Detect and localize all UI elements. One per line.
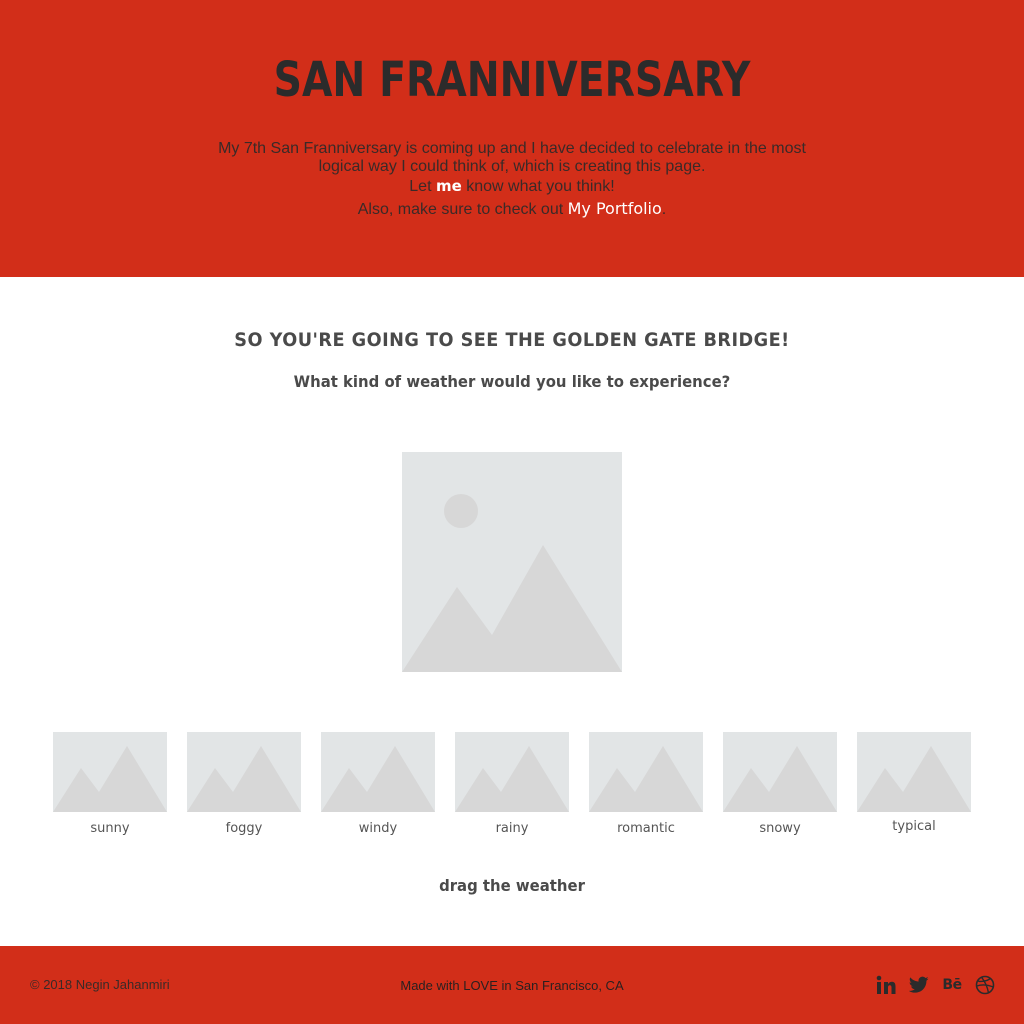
weather-option-typical[interactable]: typical — [857, 732, 971, 834]
dribbble-icon[interactable] — [974, 974, 996, 996]
weather-thumbnail — [53, 732, 167, 812]
weather-option-rainy[interactable]: rainy — [455, 732, 569, 836]
weather-drop-zone-image[interactable] — [402, 452, 622, 672]
twitter-icon[interactable] — [908, 974, 930, 996]
weather-thumbnail — [857, 732, 971, 812]
made-with-text: Made with LOVE in San Francisco, CA — [400, 978, 624, 993]
weather-option-snowy[interactable]: snowy — [723, 732, 837, 836]
drag-hint: drag the weather — [439, 876, 585, 895]
image-placeholder-icon — [455, 732, 569, 812]
portfolio-prefix: Also, make sure to check out — [357, 201, 568, 218]
contact-suffix: know what you think! — [461, 178, 615, 195]
behance-icon-text: Bē — [942, 977, 962, 993]
weather-thumbnail — [187, 732, 301, 812]
weather-option-label: rainy — [495, 821, 529, 836]
section-subheading: What kind of weather would you like to e… — [293, 372, 731, 391]
behance-icon[interactable]: Bē — [941, 974, 963, 996]
weather-option-label: snowy — [759, 821, 801, 836]
weather-options: sunny foggy windy rainy romantic snowy typical — [0, 732, 1024, 842]
image-placeholder-icon — [402, 452, 622, 672]
contact-line: Let me know what you think! — [0, 177, 1024, 196]
page-title: SAN FRANNIVERSARY — [273, 52, 751, 108]
weather-thumbnail — [321, 732, 435, 812]
hero-header: SAN FRANNIVERSARY My 7th San Franniversa… — [0, 0, 1024, 277]
weather-thumbnail — [723, 732, 837, 812]
image-placeholder-icon — [321, 732, 435, 812]
intro-text-line-1: My 7th San Franniversary is coming up an… — [218, 140, 806, 157]
image-placeholder-icon — [857, 732, 971, 812]
footer: © 2018 Negin Jahanmiri Made with LOVE in… — [0, 946, 1024, 1024]
portfolio-suffix: . — [661, 201, 667, 218]
weather-option-label: foggy — [225, 821, 263, 836]
weather-option-sunny[interactable]: sunny — [53, 732, 167, 836]
contact-prefix: Let — [409, 178, 436, 195]
weather-option-label: sunny — [90, 821, 130, 836]
section-heading: SO YOU'RE GOING TO SEE THE GOLDEN GATE B… — [234, 329, 790, 351]
weather-option-windy[interactable]: windy — [321, 732, 435, 836]
weather-option-label: romantic — [617, 821, 675, 836]
contact-me-link[interactable]: me — [436, 177, 462, 195]
weather-option-label: windy — [358, 821, 398, 836]
image-placeholder-icon — [723, 732, 837, 812]
image-placeholder-icon — [589, 732, 703, 812]
image-placeholder-icon — [187, 732, 301, 812]
image-placeholder-icon — [53, 732, 167, 812]
intro-text-line-2: logical way I could think of, which is c… — [318, 158, 706, 175]
weather-option-romantic[interactable]: romantic — [589, 732, 703, 836]
weather-option-label: typical — [892, 819, 936, 834]
weather-option-foggy[interactable]: foggy — [187, 732, 301, 836]
portfolio-line: Also, make sure to check out My Portfoli… — [0, 199, 1024, 219]
linkedin-icon[interactable] — [875, 974, 897, 996]
weather-thumbnail — [455, 732, 569, 812]
weather-thumbnail — [589, 732, 703, 812]
portfolio-link[interactable]: My Portfolio — [568, 199, 662, 218]
